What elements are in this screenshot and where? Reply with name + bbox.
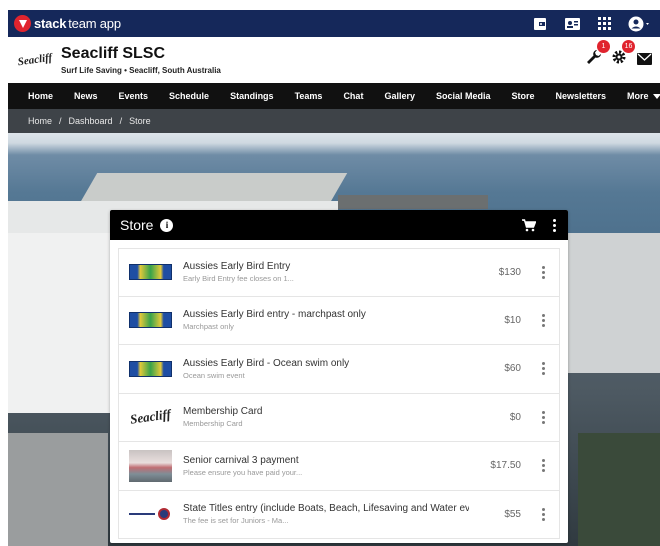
store-title: Store bbox=[120, 217, 154, 233]
main-nav: Home News Events Schedule Standings Team… bbox=[8, 83, 660, 109]
nav-more-label: More bbox=[627, 91, 649, 101]
settings-badge: 16 bbox=[622, 40, 635, 53]
info-icon[interactable]: i bbox=[160, 218, 174, 232]
breadcrumb-separator: / bbox=[119, 116, 123, 126]
row-menu-kebab-icon[interactable] bbox=[539, 459, 547, 473]
stack-logo-icon bbox=[14, 15, 31, 32]
brand-name-light: team app bbox=[68, 16, 121, 31]
cart-icon[interactable] bbox=[522, 218, 536, 232]
nav-news[interactable]: News bbox=[74, 91, 98, 101]
photo-building-right bbox=[558, 233, 660, 373]
product-name: Membership Card bbox=[183, 406, 263, 418]
product-thumbnail bbox=[129, 449, 172, 482]
sa-logo-mark bbox=[129, 513, 155, 516]
product-description: The fee is set for Juniors - Ma... bbox=[183, 516, 289, 526]
brand-logo[interactable]: stack team app bbox=[14, 15, 121, 32]
product-thumbnail bbox=[129, 506, 172, 522]
nav-standings[interactable]: Standings bbox=[230, 91, 274, 101]
product-row[interactable]: Aussies Early Bird Entry Early Bird Entr… bbox=[118, 248, 560, 297]
product-price: $60 bbox=[504, 363, 521, 375]
nav-events[interactable]: Events bbox=[119, 91, 149, 101]
product-price: $0 bbox=[509, 411, 521, 423]
product-name: Aussies Early Bird - Ocean swim only bbox=[183, 357, 350, 369]
product-row[interactable]: Aussies Early Bird entry - marchpast onl… bbox=[118, 296, 560, 345]
nav-home[interactable]: Home bbox=[28, 91, 53, 101]
breadcrumb-separator: / bbox=[59, 116, 62, 126]
messages-button[interactable] bbox=[636, 47, 652, 65]
product-row[interactable]: Seacliff Membership Card Membership Card… bbox=[118, 393, 560, 442]
store-panel: Store i Aussies Early Bird Entry Early B… bbox=[110, 210, 568, 543]
apps-grid-icon[interactable] bbox=[596, 16, 612, 32]
nav-social-media[interactable]: Social Media bbox=[436, 91, 491, 101]
photo-building-wing bbox=[8, 233, 118, 413]
product-thumbnail bbox=[129, 264, 172, 281]
breadcrumb: Home / Dashboard / Store bbox=[8, 109, 660, 133]
nav-store[interactable]: Store bbox=[512, 91, 535, 101]
brand-name-bold: stack bbox=[34, 16, 67, 31]
product-name: Aussies Early Bird Entry bbox=[183, 261, 291, 273]
settings-button[interactable]: 16 bbox=[611, 40, 635, 65]
nav-gallery[interactable]: Gallery bbox=[384, 91, 415, 101]
caret-down-icon bbox=[652, 93, 660, 99]
mail-icon bbox=[636, 53, 652, 65]
product-description: Early Bird Entry fee closes on 1... bbox=[183, 274, 294, 284]
photo-carpark bbox=[8, 433, 108, 546]
nav-more-dropdown[interactable]: More bbox=[627, 91, 660, 101]
breadcrumb-dashboard[interactable]: Dashboard bbox=[69, 116, 113, 126]
club-subtitle: Surf Life Saving • Seacliff, South Austr… bbox=[61, 66, 221, 75]
product-price: $17.50 bbox=[490, 460, 521, 472]
product-description: Marchpast only bbox=[183, 322, 234, 332]
product-name: Aussies Early Bird entry - marchpast onl… bbox=[183, 309, 366, 321]
app-topbar: stack team app bbox=[8, 10, 660, 37]
product-list: Aussies Early Bird Entry Early Bird Entr… bbox=[110, 240, 568, 539]
product-price: $130 bbox=[498, 266, 521, 278]
nav-schedule[interactable]: Schedule bbox=[169, 91, 209, 101]
product-thumbnail bbox=[129, 312, 172, 329]
product-description: Please ensure you have paid your... bbox=[183, 467, 303, 477]
product-thumbnail bbox=[129, 360, 172, 377]
product-price: $55 bbox=[504, 508, 521, 520]
admin-tools-button[interactable]: 1 bbox=[586, 40, 610, 65]
row-menu-kebab-icon[interactable] bbox=[539, 410, 547, 424]
photo-roof-dark bbox=[338, 195, 488, 209]
row-menu-kebab-icon[interactable] bbox=[539, 362, 547, 376]
product-row[interactable]: Aussies Early Bird - Ocean swim only Oce… bbox=[118, 345, 560, 394]
product-description: Ocean swim event bbox=[183, 370, 245, 380]
product-price: $10 bbox=[504, 314, 521, 326]
store-header: Store i bbox=[110, 210, 568, 240]
sa-logo-icon bbox=[158, 508, 170, 521]
nav-chat[interactable]: Chat bbox=[343, 91, 363, 101]
club-name[interactable]: Seacliff SLSC bbox=[61, 45, 221, 63]
nav-teams[interactable]: Teams bbox=[295, 91, 323, 101]
row-menu-kebab-icon[interactable] bbox=[539, 313, 547, 327]
breadcrumb-home[interactable]: Home bbox=[28, 116, 52, 126]
club-header: Seacliff Seacliff SLSC Surf Life Saving … bbox=[8, 37, 660, 83]
photo-trees bbox=[578, 433, 660, 546]
store-menu-kebab-icon[interactable] bbox=[550, 218, 558, 232]
account-menu-icon[interactable] bbox=[628, 16, 652, 32]
product-name: State Titles entry (include Boats, Beach… bbox=[183, 503, 469, 515]
nav-newsletters[interactable]: Newsletters bbox=[556, 91, 607, 101]
product-thumbnail-club-logo: Seacliff bbox=[129, 406, 172, 428]
wrench-badge: 1 bbox=[597, 40, 610, 53]
product-description: Membership Card bbox=[183, 419, 243, 429]
club-logo[interactable]: Seacliff bbox=[17, 47, 54, 74]
wallet-icon[interactable] bbox=[532, 16, 548, 32]
product-row[interactable]: State Titles entry (include Boats, Beach… bbox=[118, 490, 560, 539]
id-card-icon[interactable] bbox=[564, 16, 580, 32]
row-menu-kebab-icon[interactable] bbox=[539, 265, 547, 279]
product-row[interactable]: Senior carnival 3 payment Please ensure … bbox=[118, 442, 560, 491]
breadcrumb-store: Store bbox=[129, 116, 151, 126]
product-name: Senior carnival 3 payment bbox=[183, 454, 299, 466]
row-menu-kebab-icon[interactable] bbox=[539, 507, 547, 521]
